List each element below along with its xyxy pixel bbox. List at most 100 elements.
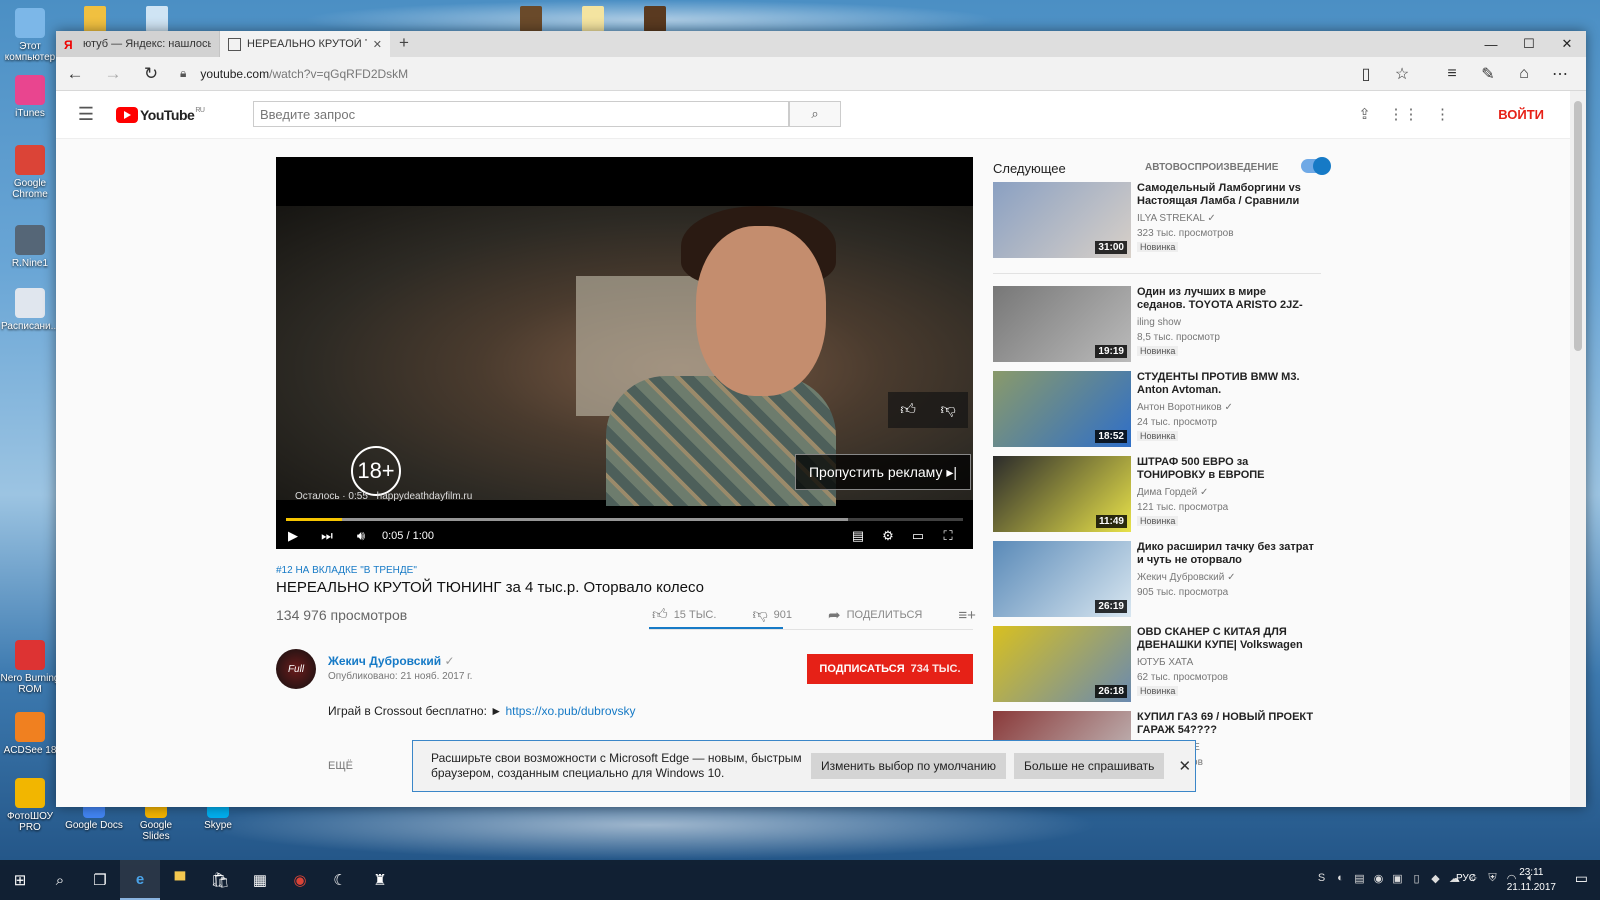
video-player[interactable]: 18+ Осталось · 0:55 happydeathdayfilm.ru… xyxy=(276,157,973,549)
hub-icon[interactable]: ≡ xyxy=(1434,57,1470,91)
game-client-icon[interactable]: ♜ xyxy=(360,860,400,900)
recommendation-title[interactable]: Дико расширил тачку без затрат и чуть не… xyxy=(1137,541,1317,567)
add-playlist-button[interactable]: ≡+ xyxy=(958,607,982,624)
description-link[interactable]: https://xo.pub/dubrovsky xyxy=(505,704,635,718)
desktop-icon[interactable]: Расписани... xyxy=(0,288,60,332)
back-button[interactable]: ← xyxy=(56,57,94,91)
notification-icon[interactable]: ▭ xyxy=(1575,870,1588,887)
video-thumbnail[interactable]: 26:18 xyxy=(993,626,1131,702)
store-icon[interactable]: 🛍︎ xyxy=(200,860,240,900)
video-thumbnail[interactable]: 31:00 xyxy=(993,182,1131,258)
search-icon[interactable]: ⌕ xyxy=(40,860,80,900)
desktop-icon[interactable]: Google Docs xyxy=(64,804,124,831)
recycle-bin-icon[interactable] xyxy=(146,6,168,32)
recommendation-item[interactable]: 19:19 Один из лучших в мире седанов. TOYO… xyxy=(993,286,1333,364)
recommendation-title[interactable]: КУПИЛ ГАЗ 69 / НОВЫЙ ПРОЕКТ ГАРАЖ 54???? xyxy=(1137,711,1317,737)
recommendation-title[interactable]: Один из лучших в мире седанов. TOYOTA AR… xyxy=(1137,286,1317,312)
recommendation-item[interactable]: 11:49 ШТРАФ 500 ЕВРО за ТОНИРОВКУ в ЕВРОП… xyxy=(993,456,1333,534)
video-thumbnail[interactable]: 11:49 xyxy=(993,456,1131,532)
search-button[interactable]: ⌕ xyxy=(789,101,841,127)
theater-mode-icon[interactable]: ▭ xyxy=(903,528,933,544)
like-button[interactable]: 👍︎ 15 ТЫС. xyxy=(652,606,734,624)
gear-icon[interactable]: ⚙ xyxy=(873,528,903,544)
fullscreen-icon[interactable]: ⛶ xyxy=(933,528,963,544)
chrome-icon[interactable]: ◉ xyxy=(280,860,320,900)
dislike-button[interactable]: 👎︎ 901 xyxy=(752,606,810,624)
maximize-button[interactable]: ☐ xyxy=(1510,31,1548,57)
new-tab-button[interactable]: + xyxy=(390,31,418,57)
messenger-icon[interactable]: ☾ xyxy=(320,860,360,900)
ad-link[interactable]: happydeathdayfilm.ru xyxy=(377,491,473,502)
video-thumbnail[interactable]: 18:52 xyxy=(993,371,1131,447)
change-default-button[interactable]: Изменить выбор по умолчанию xyxy=(811,753,1007,779)
language-indicator[interactable]: РУС xyxy=(1456,873,1476,884)
thumb-down-icon[interactable]: 👎︎ xyxy=(940,401,955,419)
tray-app-icon[interactable]: ◐ xyxy=(1331,872,1350,885)
volume-icon[interactable]: 🔊︎ xyxy=(344,528,378,544)
favorite-star-icon[interactable]: ☆ xyxy=(1384,57,1420,91)
forward-button[interactable]: → xyxy=(94,57,132,91)
desktop-file-icon[interactable] xyxy=(84,6,106,32)
skip-ad-button[interactable]: Пропустить рекламу ▸| xyxy=(795,454,971,490)
apps-icon[interactable]: ⋮⋮ xyxy=(1384,105,1423,123)
calculator-icon[interactable]: ▦ xyxy=(240,860,280,900)
trending-link[interactable]: #12 НА ВКЛАДКЕ "В ТРЕНДЕ" xyxy=(276,565,417,576)
desktop-icon[interactable]: Google Chrome xyxy=(0,145,60,200)
refresh-button[interactable]: ↻ xyxy=(132,57,170,91)
edge-icon[interactable]: e xyxy=(120,860,160,900)
book-icon[interactable] xyxy=(520,6,542,32)
progress-bar[interactable] xyxy=(286,518,963,521)
reading-view-icon[interactable]: ▯ xyxy=(1348,57,1384,91)
next-icon[interactable]: ⏭︎ xyxy=(310,528,344,544)
tray-antivirus-icon[interactable]: ◉ xyxy=(1369,872,1388,885)
tray-security-icon[interactable]: ⛨ xyxy=(1483,872,1502,885)
recommendation-item[interactable]: 26:18 OBD СКАНЕР С КИТАЯ ДЛЯ ДВЕНАШКИ КУП… xyxy=(993,626,1333,704)
subscribe-button[interactable]: ПОДПИСАТЬСЯ 734 ТЫС. xyxy=(807,654,973,684)
desktop-icon[interactable]: iTunes xyxy=(0,75,60,119)
desktop-icon[interactable]: ACDSee 18 xyxy=(0,712,60,756)
tray-usb-icon[interactable]: ▯ xyxy=(1407,872,1426,885)
close-window-button[interactable]: ✕ xyxy=(1548,31,1586,57)
desktop-icon[interactable]: R.Nine1 xyxy=(0,225,60,269)
desktop-icon[interactable]: Google Slides xyxy=(126,804,186,842)
scrollbar[interactable] xyxy=(1570,91,1586,807)
recommendation-title[interactable]: OBD СКАНЕР С КИТАЯ ДЛЯ ДВЕНАШКИ КУПЕ| Vo… xyxy=(1137,626,1317,652)
youtube-logo[interactable]: YouTube RU xyxy=(116,106,205,123)
task-view-icon[interactable]: ❐ xyxy=(80,860,120,900)
desktop-icon[interactable]: Skype xyxy=(188,804,248,831)
autoplay-toggle[interactable] xyxy=(1301,157,1331,175)
tray-flag-icon[interactable]: ▤ xyxy=(1350,872,1369,885)
tray-dropbox-icon[interactable]: ◆ xyxy=(1426,872,1445,885)
recommendation-item[interactable]: 26:19 Дико расширил тачку без затрат и чу… xyxy=(993,541,1333,619)
desktop-icon[interactable]: Этот компьютер xyxy=(0,8,60,63)
share-icon[interactable]: ⌂ xyxy=(1506,57,1542,91)
show-more-button[interactable]: ЕЩЁ xyxy=(328,760,353,772)
video-thumbnail[interactable]: 26:19 xyxy=(993,541,1131,617)
recommendation-item[interactable]: 31:00 Самодельный Ламборгини vs Настоящая… xyxy=(993,182,1333,260)
never-ask-button[interactable]: Больше не спрашивать xyxy=(1014,753,1165,779)
tab-youtube[interactable]: НЕРЕАЛЬНО КРУТОЙ Т ✕ xyxy=(220,31,390,57)
close-tab-icon[interactable]: ✕ xyxy=(373,38,382,51)
play-icon[interactable]: ▶ xyxy=(276,528,310,544)
clock[interactable]: 23:11 21.11.2017 xyxy=(1507,865,1556,895)
share-button[interactable]: ➦ ПОДЕЛИТЬСЯ xyxy=(828,606,940,624)
file-explorer-icon[interactable]: ▀ xyxy=(160,860,200,900)
tray-skype-icon[interactable]: S xyxy=(1312,872,1331,885)
tab-yandex[interactable]: Я ютуб — Яндекс: нашлось б xyxy=(56,31,220,57)
minimize-button[interactable]: — xyxy=(1472,31,1510,57)
upload-icon[interactable]: ⇪ xyxy=(1345,105,1384,123)
menu-icon[interactable]: ☰ xyxy=(56,104,116,125)
start-windows-icon[interactable]: ⊞ xyxy=(0,860,40,900)
recommendation-title[interactable]: СТУДЕНТЫ ПРОТИВ BMW M3. Anton Avtoman. xyxy=(1137,371,1317,397)
video-thumbnail[interactable]: 19:19 xyxy=(993,286,1131,362)
scrollbar-thumb[interactable] xyxy=(1574,101,1582,351)
channel-name[interactable]: Жекич Дубровский ✓ xyxy=(328,654,455,668)
settings-dots-icon[interactable]: ⋮ xyxy=(1423,105,1462,123)
login-button[interactable]: ВОЙТИ xyxy=(1498,107,1544,122)
recommendation-title[interactable]: Самодельный Ламборгини vs Настоящая Ламб… xyxy=(1137,182,1317,208)
recommendation-title[interactable]: ШТРАФ 500 ЕВРО за ТОНИРОВКУ в ЕВРОПЕ xyxy=(1137,456,1317,482)
desktop-icon[interactable]: Nero Burning ROM xyxy=(0,640,60,695)
desktop-icon[interactable]: ФотоШОУ PRO xyxy=(0,778,60,833)
channel-avatar[interactable]: Full xyxy=(276,649,316,689)
notebook-icon[interactable] xyxy=(582,6,604,32)
